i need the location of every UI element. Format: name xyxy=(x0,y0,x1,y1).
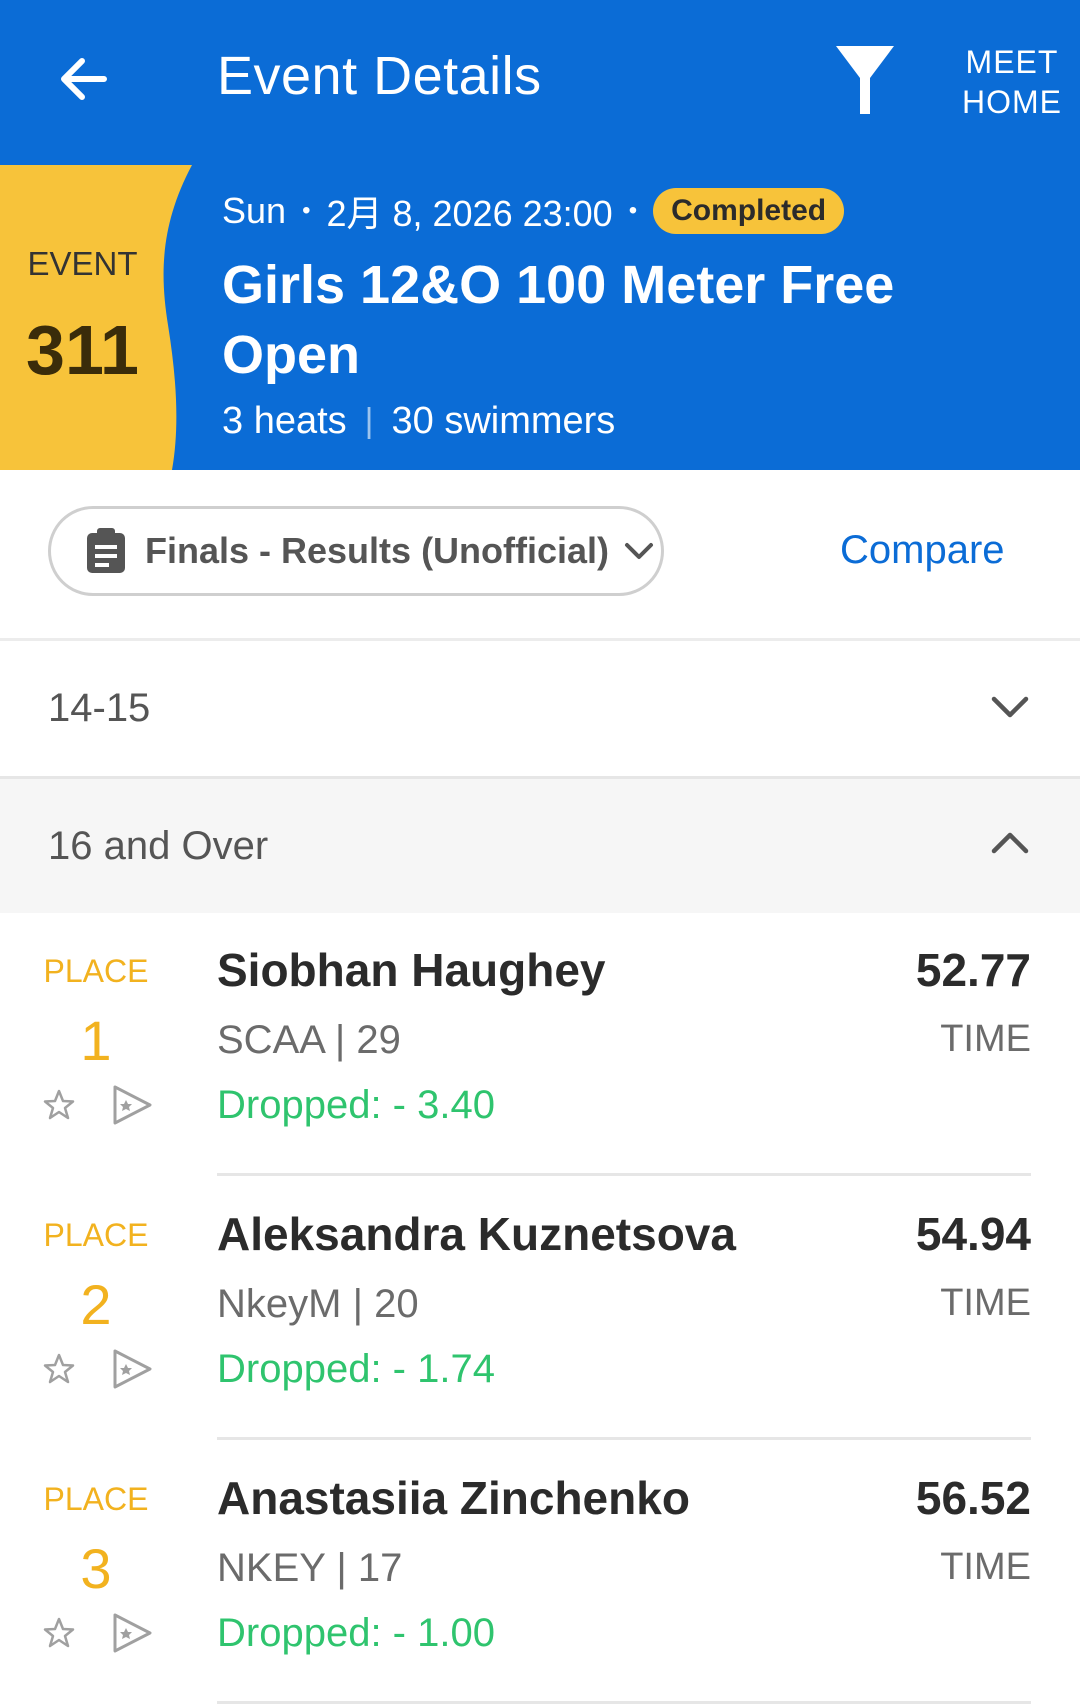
event-datetime: 2月 8, 2026 23:00 xyxy=(326,193,613,234)
place-value: 2 xyxy=(80,1273,112,1336)
filter-button[interactable] xyxy=(830,42,900,122)
result-row[interactable]: PLACE 2 Aleksandra Kuznetsova NkeyM | 20… xyxy=(0,1177,1080,1440)
age-group-label: 16 and Over xyxy=(48,823,269,868)
result-row[interactable]: PLACE 1 Siobhan Haughey SCAA | 29 Droppe… xyxy=(0,913,1080,1176)
place-value: 3 xyxy=(80,1537,112,1600)
time-label: TIME xyxy=(940,1546,1031,1588)
meet-home-button[interactable]: MEET HOME xyxy=(952,42,1072,122)
row-divider xyxy=(217,1437,1031,1440)
event-number-badge: EVENT 311 xyxy=(0,165,195,470)
separator-dot: • xyxy=(628,197,638,224)
flag-icon[interactable] xyxy=(110,1083,154,1127)
chevron-down-icon xyxy=(991,696,1029,718)
swim-time: 56.52 xyxy=(915,1472,1031,1524)
age-group-14-15[interactable]: 14-15 xyxy=(0,641,1080,779)
clipboard-icon xyxy=(87,528,125,573)
time-dropped: Dropped: - 3.40 xyxy=(217,1083,495,1127)
star-outline-icon[interactable] xyxy=(42,1352,76,1386)
swimmers-count: 30 swimmers xyxy=(391,400,616,442)
chevron-up-icon xyxy=(991,832,1029,854)
time-label: TIME xyxy=(940,1282,1031,1324)
meet-home-line2: HOME xyxy=(962,84,1062,120)
star-outline-icon[interactable] xyxy=(42,1088,76,1122)
flag-icon[interactable] xyxy=(110,1347,154,1391)
flag-icon[interactable] xyxy=(110,1611,154,1655)
back-button[interactable] xyxy=(50,44,120,114)
counts-divider: | xyxy=(364,402,374,440)
age-group-16-and-over[interactable]: 16 and Over xyxy=(0,779,1080,913)
back-arrow-icon xyxy=(61,58,107,100)
place-label: PLACE xyxy=(43,1481,149,1517)
row-divider xyxy=(217,1701,1031,1704)
event-number: 311 xyxy=(26,311,139,389)
chevron-down-icon xyxy=(625,543,654,559)
event-title: Girls 12&O 100 Meter Free Open xyxy=(222,255,895,385)
event-label: EVENT xyxy=(27,245,138,282)
place-label: PLACE xyxy=(43,953,149,989)
place-value: 1 xyxy=(80,1009,112,1072)
swim-time: 52.77 xyxy=(915,944,1031,996)
swimmer-name[interactable]: Siobhan Haughey xyxy=(217,943,605,997)
event-meta: Sun • 2月 8, 2026 23:00 • Completed xyxy=(222,184,845,238)
compare-link[interactable]: Compare xyxy=(840,528,1005,573)
time-label: TIME xyxy=(940,1018,1031,1060)
result-row[interactable]: PLACE 3 Anastasiia Zinchenko NKEY | 17 D… xyxy=(0,1441,1080,1704)
status-badge: Completed xyxy=(653,188,845,234)
session-dropdown[interactable]: Finals - Results (Unofficial) xyxy=(48,506,664,596)
event-day: Sun xyxy=(222,190,287,231)
separator-dot: • xyxy=(302,197,311,224)
time-dropped: Dropped: - 1.74 xyxy=(217,1347,495,1391)
session-bar: Finals - Results (Unofficial) Compare xyxy=(0,470,1080,641)
swimmer-team-age: SCAA | 29 xyxy=(217,1018,401,1062)
swimmer-team-age: NKEY | 17 xyxy=(217,1546,403,1590)
event-counts: 3 heats | 30 swimmers xyxy=(222,400,615,443)
swimmer-name[interactable]: Aleksandra Kuznetsova xyxy=(217,1207,736,1261)
time-dropped: Dropped: - 1.00 xyxy=(217,1611,495,1655)
meet-home-line1: MEET xyxy=(965,44,1059,80)
filter-funnel-icon xyxy=(836,46,894,114)
session-label: Finals - Results (Unofficial) xyxy=(145,530,610,571)
heats-count: 3 heats xyxy=(222,400,347,442)
swimmer-team-age: NkeyM | 20 xyxy=(217,1282,419,1326)
age-group-label: 14-15 xyxy=(48,686,151,730)
swim-time: 54.94 xyxy=(915,1208,1031,1260)
page-title: Event Details xyxy=(217,46,542,106)
event-header: Event Details MEET HOME EVENT 311 Sun • … xyxy=(0,0,1080,470)
star-outline-icon[interactable] xyxy=(42,1616,76,1650)
row-divider xyxy=(217,1173,1031,1176)
swimmer-name[interactable]: Anastasiia Zinchenko xyxy=(217,1471,690,1525)
place-label: PLACE xyxy=(43,1217,149,1253)
